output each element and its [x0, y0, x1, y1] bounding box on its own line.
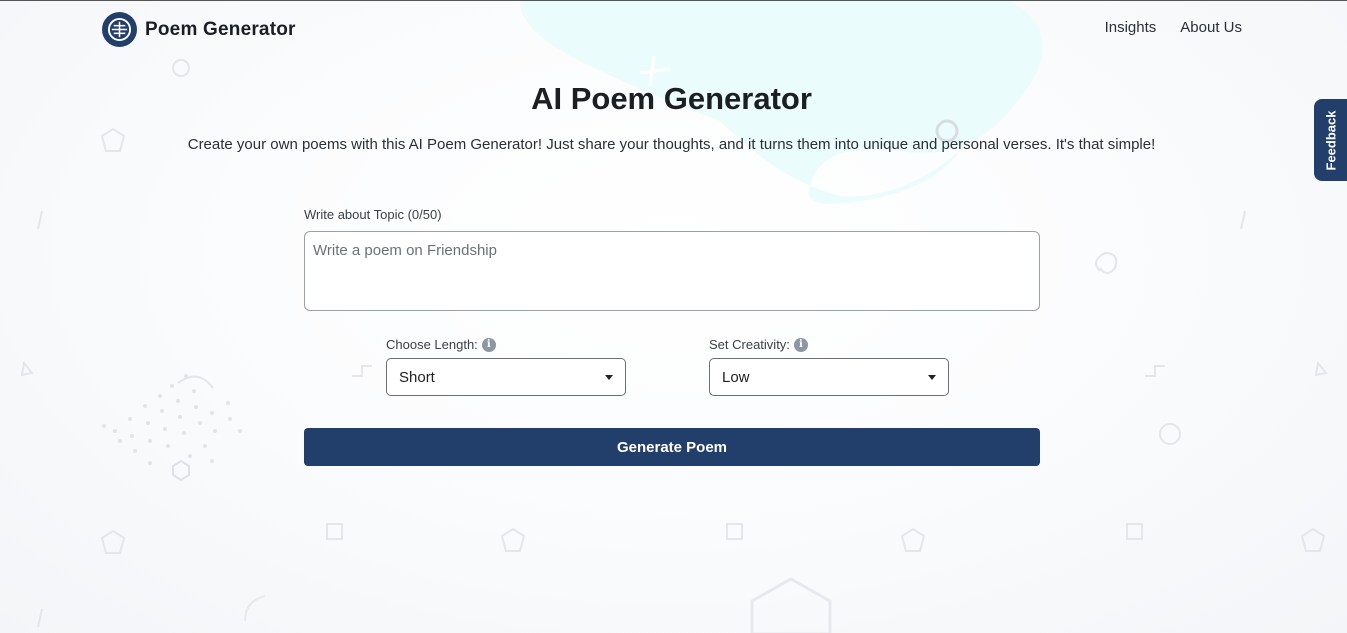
info-icon[interactable]: i: [481, 337, 496, 352]
creativity-label-row: Set Creativity: i: [709, 337, 808, 352]
brand[interactable]: Poem Generator: [102, 12, 296, 47]
brain-chip-icon: [102, 12, 137, 47]
nav-link-insights[interactable]: Insights: [1105, 19, 1157, 36]
info-icon[interactable]: i: [793, 337, 808, 352]
page-title: AI Poem Generator: [531, 81, 812, 116]
creativity-selected-value: Low: [722, 368, 750, 386]
length-select[interactable]: Short: [386, 358, 626, 396]
caret-down-icon: [928, 375, 936, 380]
length-label-row: Choose Length: i: [386, 337, 496, 352]
creativity-label: Set Creativity:: [709, 337, 790, 352]
topic-input[interactable]: [304, 231, 1040, 311]
length-selected-value: Short: [399, 368, 435, 386]
page-subtitle: Create your own poems with this AI Poem …: [187, 136, 1156, 153]
caret-down-icon: [605, 375, 613, 380]
creativity-select[interactable]: Low: [709, 358, 949, 396]
main-nav: Insights About Us: [1105, 19, 1242, 36]
generate-poem-button[interactable]: Generate Poem: [304, 428, 1040, 466]
nav-link-about-us[interactable]: About Us: [1180, 19, 1242, 36]
length-label: Choose Length:: [386, 337, 478, 352]
brand-name: Poem Generator: [145, 18, 296, 40]
top-navbar: Poem Generator Insights About Us: [0, 1, 1347, 57]
topic-label: Write about Topic (0/50): [304, 207, 442, 222]
